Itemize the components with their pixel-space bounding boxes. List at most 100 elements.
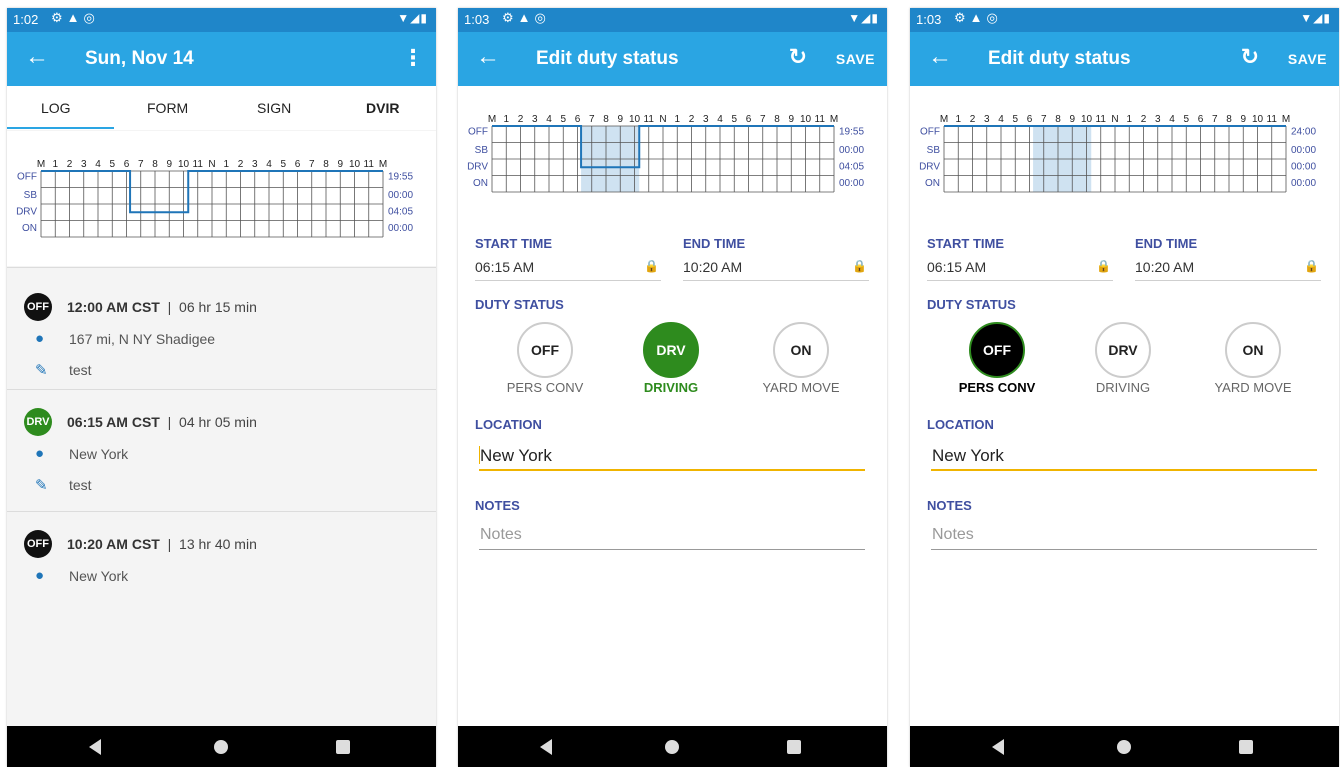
hour-tick-label: 7 <box>309 159 315 170</box>
hour-tick-label: 9 <box>1240 114 1246 125</box>
row-total: 04:05 <box>388 206 413 217</box>
lock-icon: 🔒 <box>852 259 867 273</box>
location-input[interactable]: New York <box>932 446 1004 466</box>
hour-tick-label: 11 <box>1267 114 1278 125</box>
hour-tick-label: M <box>830 114 838 125</box>
hour-tick-label: 2 <box>689 114 695 125</box>
nav-home-icon[interactable] <box>1117 740 1131 754</box>
signal-battery-icon: ▼◢▮ <box>1300 11 1331 25</box>
pencil-icon: ✎ <box>35 362 48 379</box>
hour-tick-label: 11 <box>1096 114 1107 125</box>
nav-recents-icon[interactable] <box>787 740 801 754</box>
arrow-left-icon[interactable]: ← <box>476 44 500 70</box>
nav-home-icon[interactable] <box>214 740 228 754</box>
notes-underline <box>931 549 1317 550</box>
duty-option-label: YARD MOVE <box>1214 380 1292 395</box>
duty-option-on[interactable]: ON <box>773 322 829 378</box>
duty-option-drv[interactable]: DRV <box>1095 322 1151 378</box>
hour-tick-label: 1 <box>955 114 961 125</box>
page-title: Edit duty status <box>536 48 679 69</box>
duty-option-label: PERS CONV <box>958 380 1036 395</box>
tab-dvir[interactable]: DVIR <box>366 100 399 116</box>
log-screen: 1:02 ⚙▲◎ ▼◢▮ ← Sun, Nov 14 ⋮ LOG FORM SI… <box>7 8 436 767</box>
row-total: 04:05 <box>839 161 864 172</box>
hour-tick-label: 4 <box>998 114 1004 125</box>
save-button[interactable]: SAVE <box>836 51 875 67</box>
refresh-icon[interactable]: ↻ <box>789 44 807 70</box>
page-title: Edit duty status <box>988 48 1131 69</box>
location-underline <box>479 469 865 471</box>
nav-recents-icon[interactable] <box>336 740 350 754</box>
notes-underline <box>479 549 865 550</box>
nav-back-icon[interactable] <box>992 739 1004 755</box>
log-entry[interactable]: OFF 10:20 AM CST | 13 hr 40 min ● New Yo… <box>7 511 436 727</box>
save-button[interactable]: SAVE <box>1288 51 1327 67</box>
start-time-label: START TIME <box>475 236 553 251</box>
notes-input[interactable]: Notes <box>932 526 974 544</box>
start-time-value: 06:15 AM <box>927 259 987 275</box>
hour-tick-label: 5 <box>731 114 737 125</box>
start-time-underline <box>927 280 1113 281</box>
hour-tick-label: 6 <box>746 114 752 125</box>
hour-tick-label: 7 <box>1212 114 1218 125</box>
app-bar: ← Edit duty status ↻ SAVE <box>910 32 1339 86</box>
status-time: 1:03 <box>464 12 490 27</box>
log-entry[interactable]: DRV 06:15 AM CST | 04 hr 05 min ● New Yo… <box>7 389 436 512</box>
hour-tick-label: 8 <box>1226 114 1232 125</box>
hour-tick-label: 6 <box>1198 114 1204 125</box>
hour-tick-label: 5 <box>1012 114 1018 125</box>
duty-option-off[interactable]: OFF <box>517 322 573 378</box>
row-label: ON <box>473 178 488 189</box>
entry-location: 167 mi, N NY Shadigee <box>69 331 216 347</box>
hour-tick-label: 3 <box>532 114 538 125</box>
nav-recents-icon[interactable] <box>1239 740 1253 754</box>
entry-duration: 06 hr 15 min <box>179 299 257 315</box>
hour-tick-label: 2 <box>970 114 976 125</box>
duty-option-on[interactable]: ON <box>1225 322 1281 378</box>
hour-tick-label: 2 <box>67 159 73 170</box>
hour-tick-label: 11 <box>815 114 826 125</box>
lock-icon: 🔒 <box>1096 259 1111 273</box>
duty-graph: M 1 2 3 4 5 6 7 8 9 10 11 N 1 2 3 4 5 6 7 8 9 10 11 MOFF 24:00SB 0… <box>919 114 1316 193</box>
notes-label: NOTES <box>475 498 520 513</box>
nav-back-icon[interactable] <box>540 739 552 755</box>
row-total: 00:00 <box>839 178 864 189</box>
duty-option-drv[interactable]: DRV <box>643 322 699 378</box>
location-input[interactable]: New York <box>480 446 552 466</box>
arrow-left-icon[interactable]: ← <box>928 44 952 70</box>
end-time-label: END TIME <box>1135 236 1198 251</box>
arrow-left-icon[interactable]: ← <box>25 44 49 70</box>
signal-battery-icon: ▼◢▮ <box>848 11 879 25</box>
row-label: SB <box>24 190 38 201</box>
hour-tick-label: M <box>1282 114 1290 125</box>
duty-option-off[interactable]: OFF <box>969 322 1025 378</box>
duty-option-label: DRIVING <box>643 380 699 395</box>
duty-option-label: YARD MOVE <box>762 380 840 395</box>
log-entry[interactable]: OFF 12:00 AM CST | 06 hr 15 min ● 167 mi… <box>7 267 436 389</box>
hour-tick-label: 9 <box>337 159 343 170</box>
start-time-value: 06:15 AM <box>475 259 535 275</box>
refresh-icon[interactable]: ↻ <box>1241 44 1259 70</box>
hour-tick-label: 9 <box>617 114 623 125</box>
nav-home-icon[interactable] <box>665 740 679 754</box>
hour-tick-label: 8 <box>323 159 329 170</box>
hour-tick-label: 10 <box>1081 114 1093 125</box>
tab-indicator <box>7 127 114 129</box>
row-label: DRV <box>16 206 37 217</box>
more-vert-icon[interactable]: ⋮ <box>402 45 424 71</box>
end-time-value: 10:20 AM <box>683 259 743 275</box>
status-bar: 1:03 ⚙▲◎ ▼◢▮ <box>458 8 887 32</box>
tab-sign[interactable]: SIGN <box>257 100 291 116</box>
hour-tick-label: 7 <box>138 159 144 170</box>
tab-form[interactable]: FORM <box>147 100 188 116</box>
entry-location: New York <box>69 568 129 584</box>
hour-tick-label: 7 <box>760 114 766 125</box>
hour-tick-label: M <box>940 114 948 125</box>
lock-icon: 🔒 <box>644 259 659 273</box>
hour-tick-label: M <box>379 159 387 170</box>
map-pin-icon: ● <box>35 567 45 584</box>
nav-back-icon[interactable] <box>89 739 101 755</box>
notes-input[interactable]: Notes <box>480 526 522 544</box>
signal-battery-icon: ▼◢▮ <box>397 11 428 25</box>
tab-log[interactable]: LOG <box>41 100 71 116</box>
